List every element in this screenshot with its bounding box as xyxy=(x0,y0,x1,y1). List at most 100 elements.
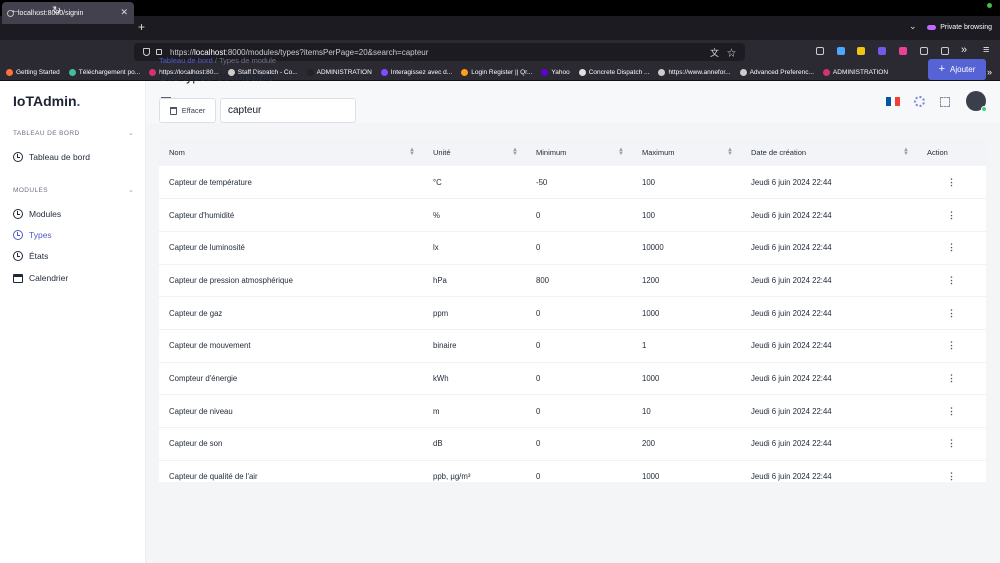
table-row[interactable]: Capteur de mouvement binaire 0 1 Jeudi 6 jui… xyxy=(159,329,986,363)
cell-nom: Capteur de pression atmosphérique xyxy=(159,264,423,298)
sidebar-item-calendrier[interactable]: Calendrier xyxy=(13,273,68,283)
row-actions-menu-icon[interactable]: ⋮ xyxy=(917,362,986,396)
bookmark-item[interactable]: ADMINISTRATION xyxy=(306,68,372,76)
tracking-shield-icon[interactable] xyxy=(143,48,150,56)
bookmark-item[interactable]: Yahoo xyxy=(541,68,570,76)
new-tab-icon[interactable]: + xyxy=(138,20,145,34)
chevron-down-icon[interactable]: ⌄ xyxy=(128,129,134,137)
bookmark-item[interactable]: Login Register || Qr... xyxy=(461,68,532,76)
bookmark-item[interactable]: Concrete Dispatch ... xyxy=(578,68,649,76)
fullscreen-icon[interactable] xyxy=(940,97,950,107)
cell-maximum: 1200 xyxy=(632,264,741,298)
chevron-down-icon[interactable]: ⌄ xyxy=(128,186,134,194)
column-header-date-creation[interactable]: Date de création ▲ ▼ xyxy=(741,139,917,166)
cell-maximum: 10000 xyxy=(632,231,741,265)
cell-maximum: 200 xyxy=(632,427,741,461)
bookmark-label: ADMINISTRATION xyxy=(832,68,889,76)
menu-icon[interactable]: ≡ xyxy=(983,44,989,56)
bookmark-favicon-icon xyxy=(541,68,549,76)
share-icon[interactable] xyxy=(920,47,928,55)
table-row[interactable]: Capteur d'humidité% 0 100 Jeudi 6 juin 2024… xyxy=(159,198,986,232)
reload-icon[interactable]: ↻ xyxy=(52,4,61,17)
row-actions-menu-icon[interactable]: ⋮ xyxy=(917,394,986,428)
sidebar-item-modules[interactable]: Modules xyxy=(13,209,61,219)
bookmark-favicon-icon xyxy=(149,68,157,76)
column-header-label: Maximum xyxy=(642,148,675,157)
search-input[interactable] xyxy=(220,98,356,123)
avatar[interactable] xyxy=(966,91,987,112)
column-header-unite[interactable]: Unité ▲ ▼ xyxy=(423,139,526,166)
sort-icon[interactable]: ▲ ▼ xyxy=(618,147,624,157)
bookmark-favicon-icon xyxy=(739,68,747,76)
tab-list-chevron-icon[interactable]: ⌄ xyxy=(909,21,917,32)
column-header-label: Minimum xyxy=(536,148,567,157)
section-header-dashboard[interactable]: TABLEAU DE BORD xyxy=(13,130,80,137)
sort-icon[interactable]: ▲ ▼ xyxy=(903,147,909,157)
column-header-nom[interactable]: Nom ▲ ▼ xyxy=(159,139,423,166)
cell-date-creation: Jeudi 6 juin 2024 22:44 xyxy=(741,460,917,482)
screenshot-icon[interactable] xyxy=(941,47,949,55)
sort-icon[interactable]: ▲ ▼ xyxy=(512,147,518,157)
bookmark-item[interactable]: Advanced Preferenc... xyxy=(739,68,814,76)
table-header-row: Nom ▲ ▼ Unité ▲ ▼ Minimum ▲ ▼ Maximum ▲ ▼ Date d… xyxy=(159,139,986,166)
cell-minimum: 0 xyxy=(526,231,632,265)
column-header-maximum[interactable]: Maximum ▲ ▼ xyxy=(632,139,741,166)
breadcrumb-link-dashboard[interactable]: Tableau de bord xyxy=(159,56,213,65)
bookmark-item[interactable]: ADMINISTRATION xyxy=(822,68,889,76)
table-row[interactable]: Capteur de qualité de l'air ppb, µg/m³ 0 10… xyxy=(159,460,986,482)
bookmark-item[interactable]: Interagissez avec d... xyxy=(380,68,452,76)
table-row[interactable]: Capteur de son dB 0 200 Jeudi 6 juin 2024 22… xyxy=(159,427,986,461)
table-row[interactable]: Capteur de luminosité lx 0 10000 Jeudi 6 jui… xyxy=(159,231,986,265)
row-actions-menu-icon[interactable]: ⋮ xyxy=(917,329,986,363)
add-button[interactable]: + Ajouter xyxy=(928,59,986,80)
row-actions-menu-icon[interactable]: ⋮ xyxy=(917,460,986,482)
sidebar-item-tableau-de-bord[interactable]: Tableau de bord xyxy=(13,152,90,162)
cell-nom: Capteur d'humidité xyxy=(159,198,423,232)
table-row[interactable]: Capteur de pression atmosphérique hPa 800 1… xyxy=(159,264,986,298)
clock-icon xyxy=(13,209,23,219)
sidebar-item-types[interactable]: Types xyxy=(13,230,52,240)
bookmark-item[interactable]: Getting Started xyxy=(6,68,60,76)
row-actions-menu-icon[interactable]: ⋮ xyxy=(917,296,986,330)
row-actions-menu-icon[interactable]: ⋮ xyxy=(917,166,986,200)
translate-bookmark-icons[interactable]: 文☆ xyxy=(710,46,744,59)
cell-date-creation: Jeudi 6 juin 2024 22:44 xyxy=(741,362,917,396)
column-header-minimum[interactable]: Minimum ▲ ▼ xyxy=(526,139,632,166)
sidebar-item-etats[interactable]: États xyxy=(13,251,48,261)
app-logo[interactable]: IoTAdmin. xyxy=(13,93,80,109)
forward-arrow-icon[interactable]: → xyxy=(31,4,42,16)
bookmark-item[interactable]: https://www.annefor... xyxy=(658,68,731,76)
back-arrow-icon[interactable]: ← xyxy=(10,4,21,16)
pocket-icon[interactable] xyxy=(816,47,824,55)
lock-icon[interactable] xyxy=(156,49,162,55)
table-row[interactable]: Capteur de niveau m 0 10 Jeudi 6 juin 2024 2… xyxy=(159,394,986,428)
cell-nom: Capteur de son xyxy=(159,427,423,461)
browser-tab[interactable]: localhost:8000/signin ✕ xyxy=(2,2,134,24)
extension-icon[interactable] xyxy=(899,47,907,55)
gear-icon[interactable] xyxy=(914,96,925,107)
bookmark-favicon-icon xyxy=(6,68,13,76)
french-flag-icon[interactable] xyxy=(886,97,901,106)
column-header-action: Action xyxy=(917,139,986,166)
table-row[interactable]: Capteur de température °C -50 100 Jeudi 6 ju… xyxy=(159,166,986,200)
table-row[interactable]: Capteur de gaz ppm 0 1000 Jeudi 6 juin 2024 … xyxy=(159,296,986,330)
extension-icon[interactable] xyxy=(837,47,845,55)
table-row[interactable]: Compteur d'énergie kWh 0 1000 Jeudi 6 juin 2… xyxy=(159,362,986,396)
extension-icon[interactable] xyxy=(857,47,865,55)
row-actions-menu-icon[interactable]: ⋮ xyxy=(917,231,986,265)
sort-icon[interactable]: ▲ ▼ xyxy=(409,147,415,157)
tab-close-icon[interactable]: ✕ xyxy=(120,7,128,18)
section-header-modules[interactable]: MODULES xyxy=(13,187,48,194)
sort-icon[interactable]: ▲ ▼ xyxy=(727,147,733,157)
row-actions-menu-icon[interactable]: ⋮ xyxy=(917,198,986,232)
row-actions-menu-icon[interactable]: ⋮ xyxy=(917,427,986,461)
bookmark-favicon-icon xyxy=(380,68,388,76)
clear-button[interactable]: Effacer xyxy=(159,98,216,123)
overflow-chevron-icon[interactable]: » xyxy=(961,44,967,56)
extension-icon[interactable] xyxy=(878,47,886,55)
bookmarks-overflow-icon[interactable]: » xyxy=(987,67,992,77)
row-actions-menu-icon[interactable]: ⋮ xyxy=(917,264,986,298)
cell-minimum: 0 xyxy=(526,329,632,363)
bookmark-favicon-icon xyxy=(822,68,830,76)
bookmark-item[interactable]: Téléchargement po... xyxy=(68,68,140,76)
